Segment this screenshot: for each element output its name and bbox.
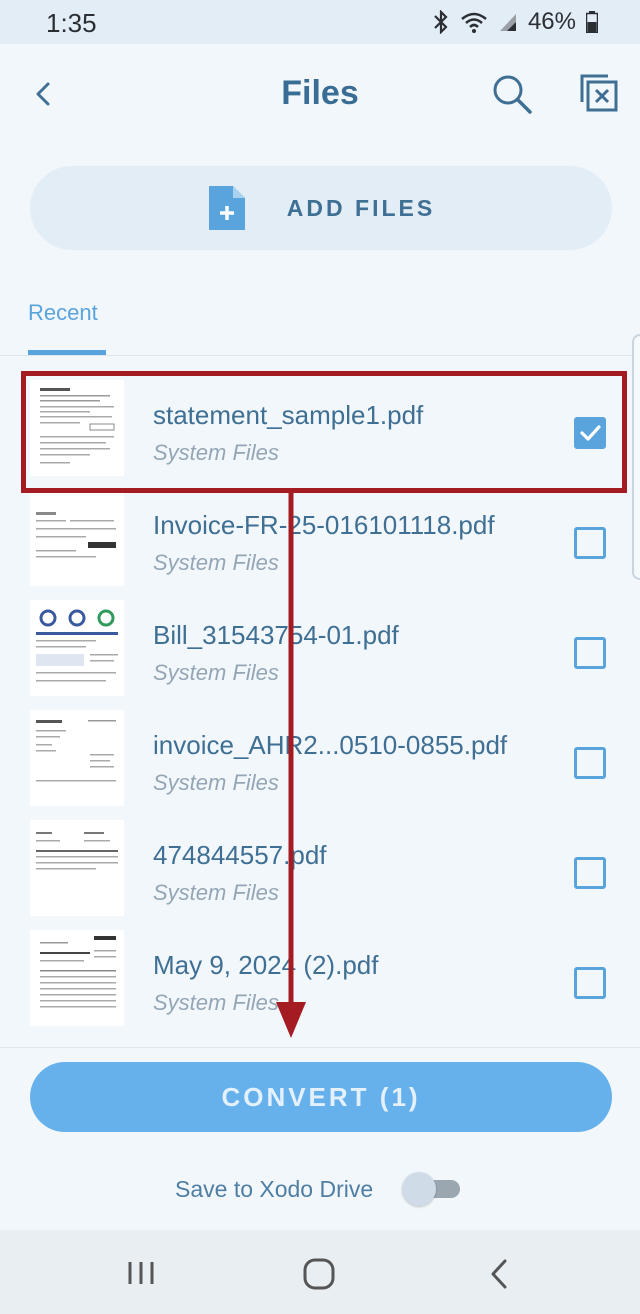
list-item[interactable]: invoice_AHR2...0510-0855.pdf System File… bbox=[0, 700, 640, 810]
file-name: May 9, 2024 (2).pdf bbox=[153, 950, 379, 980]
system-nav-bar bbox=[0, 1230, 640, 1314]
file-location: System Files bbox=[153, 660, 279, 685]
file-thumbnail bbox=[30, 930, 124, 1026]
file-checkbox[interactable] bbox=[574, 857, 606, 889]
back-icon[interactable] bbox=[485, 1257, 513, 1291]
search-icon bbox=[493, 75, 532, 114]
signal-icon bbox=[498, 12, 518, 32]
list-item[interactable]: May 9, 2024 (2).pdf System Files bbox=[0, 920, 640, 1030]
search-button[interactable] bbox=[488, 70, 536, 118]
status-time: 1:35 bbox=[46, 8, 97, 38]
file-checkbox[interactable] bbox=[574, 967, 606, 999]
battery-icon bbox=[586, 11, 598, 33]
convert-button[interactable]: CONVERT (1) bbox=[30, 1062, 612, 1132]
recent-apps-icon[interactable] bbox=[126, 1258, 156, 1288]
file-name: Invoice-FR-25-016101118.pdf bbox=[153, 510, 495, 540]
file-checkbox[interactable] bbox=[574, 527, 606, 559]
tab-recent[interactable]: Recent bbox=[28, 300, 98, 326]
selection-highlight-box bbox=[21, 371, 627, 493]
convert-label: CONVERT (1) bbox=[221, 1081, 421, 1112]
home-icon[interactable] bbox=[302, 1257, 336, 1291]
file-thumbnail bbox=[30, 600, 124, 696]
save-to-drive-toggle[interactable] bbox=[402, 1172, 460, 1206]
file-location: System Files bbox=[153, 880, 279, 905]
status-icons: 46% bbox=[432, 8, 598, 36]
file-thumbnail bbox=[30, 820, 124, 916]
close-selection-button[interactable] bbox=[574, 70, 622, 118]
file-checkbox[interactable] bbox=[574, 747, 606, 779]
divider bbox=[0, 355, 640, 356]
file-thumbnail bbox=[30, 490, 124, 586]
app-header: Files bbox=[0, 44, 640, 144]
file-location: System Files bbox=[153, 990, 279, 1015]
file-thumbnail bbox=[30, 710, 124, 806]
file-checkbox[interactable] bbox=[574, 637, 606, 669]
annotation-arrow-icon bbox=[276, 490, 306, 1038]
add-files-label: ADD FILES bbox=[286, 194, 436, 221]
status-bar: 1:35 46% bbox=[0, 0, 640, 44]
toggle-knob bbox=[402, 1172, 436, 1206]
page-title: Files bbox=[281, 74, 359, 112]
save-to-drive-label: Save to Xodo Drive bbox=[175, 1176, 374, 1202]
file-location: System Files bbox=[153, 550, 279, 575]
list-item[interactable]: 474844557.pdf System Files bbox=[0, 810, 640, 920]
bluetooth-icon bbox=[432, 10, 450, 34]
divider bbox=[0, 1047, 640, 1048]
list-item[interactable]: Bill_31543754-01.pdf System Files bbox=[0, 590, 640, 700]
list-item[interactable]: Invoice-FR-25-016101118.pdf System Files bbox=[0, 480, 640, 590]
close-selection-icon bbox=[580, 74, 618, 112]
add-file-icon bbox=[208, 186, 245, 230]
file-name: invoice_AHR2...0510-0855.pdf bbox=[153, 730, 508, 760]
add-files-button[interactable]: ADD FILES bbox=[30, 166, 612, 250]
wifi-icon bbox=[460, 11, 488, 33]
file-location: System Files bbox=[153, 770, 279, 795]
battery-percent: 46% bbox=[527, 8, 576, 35]
